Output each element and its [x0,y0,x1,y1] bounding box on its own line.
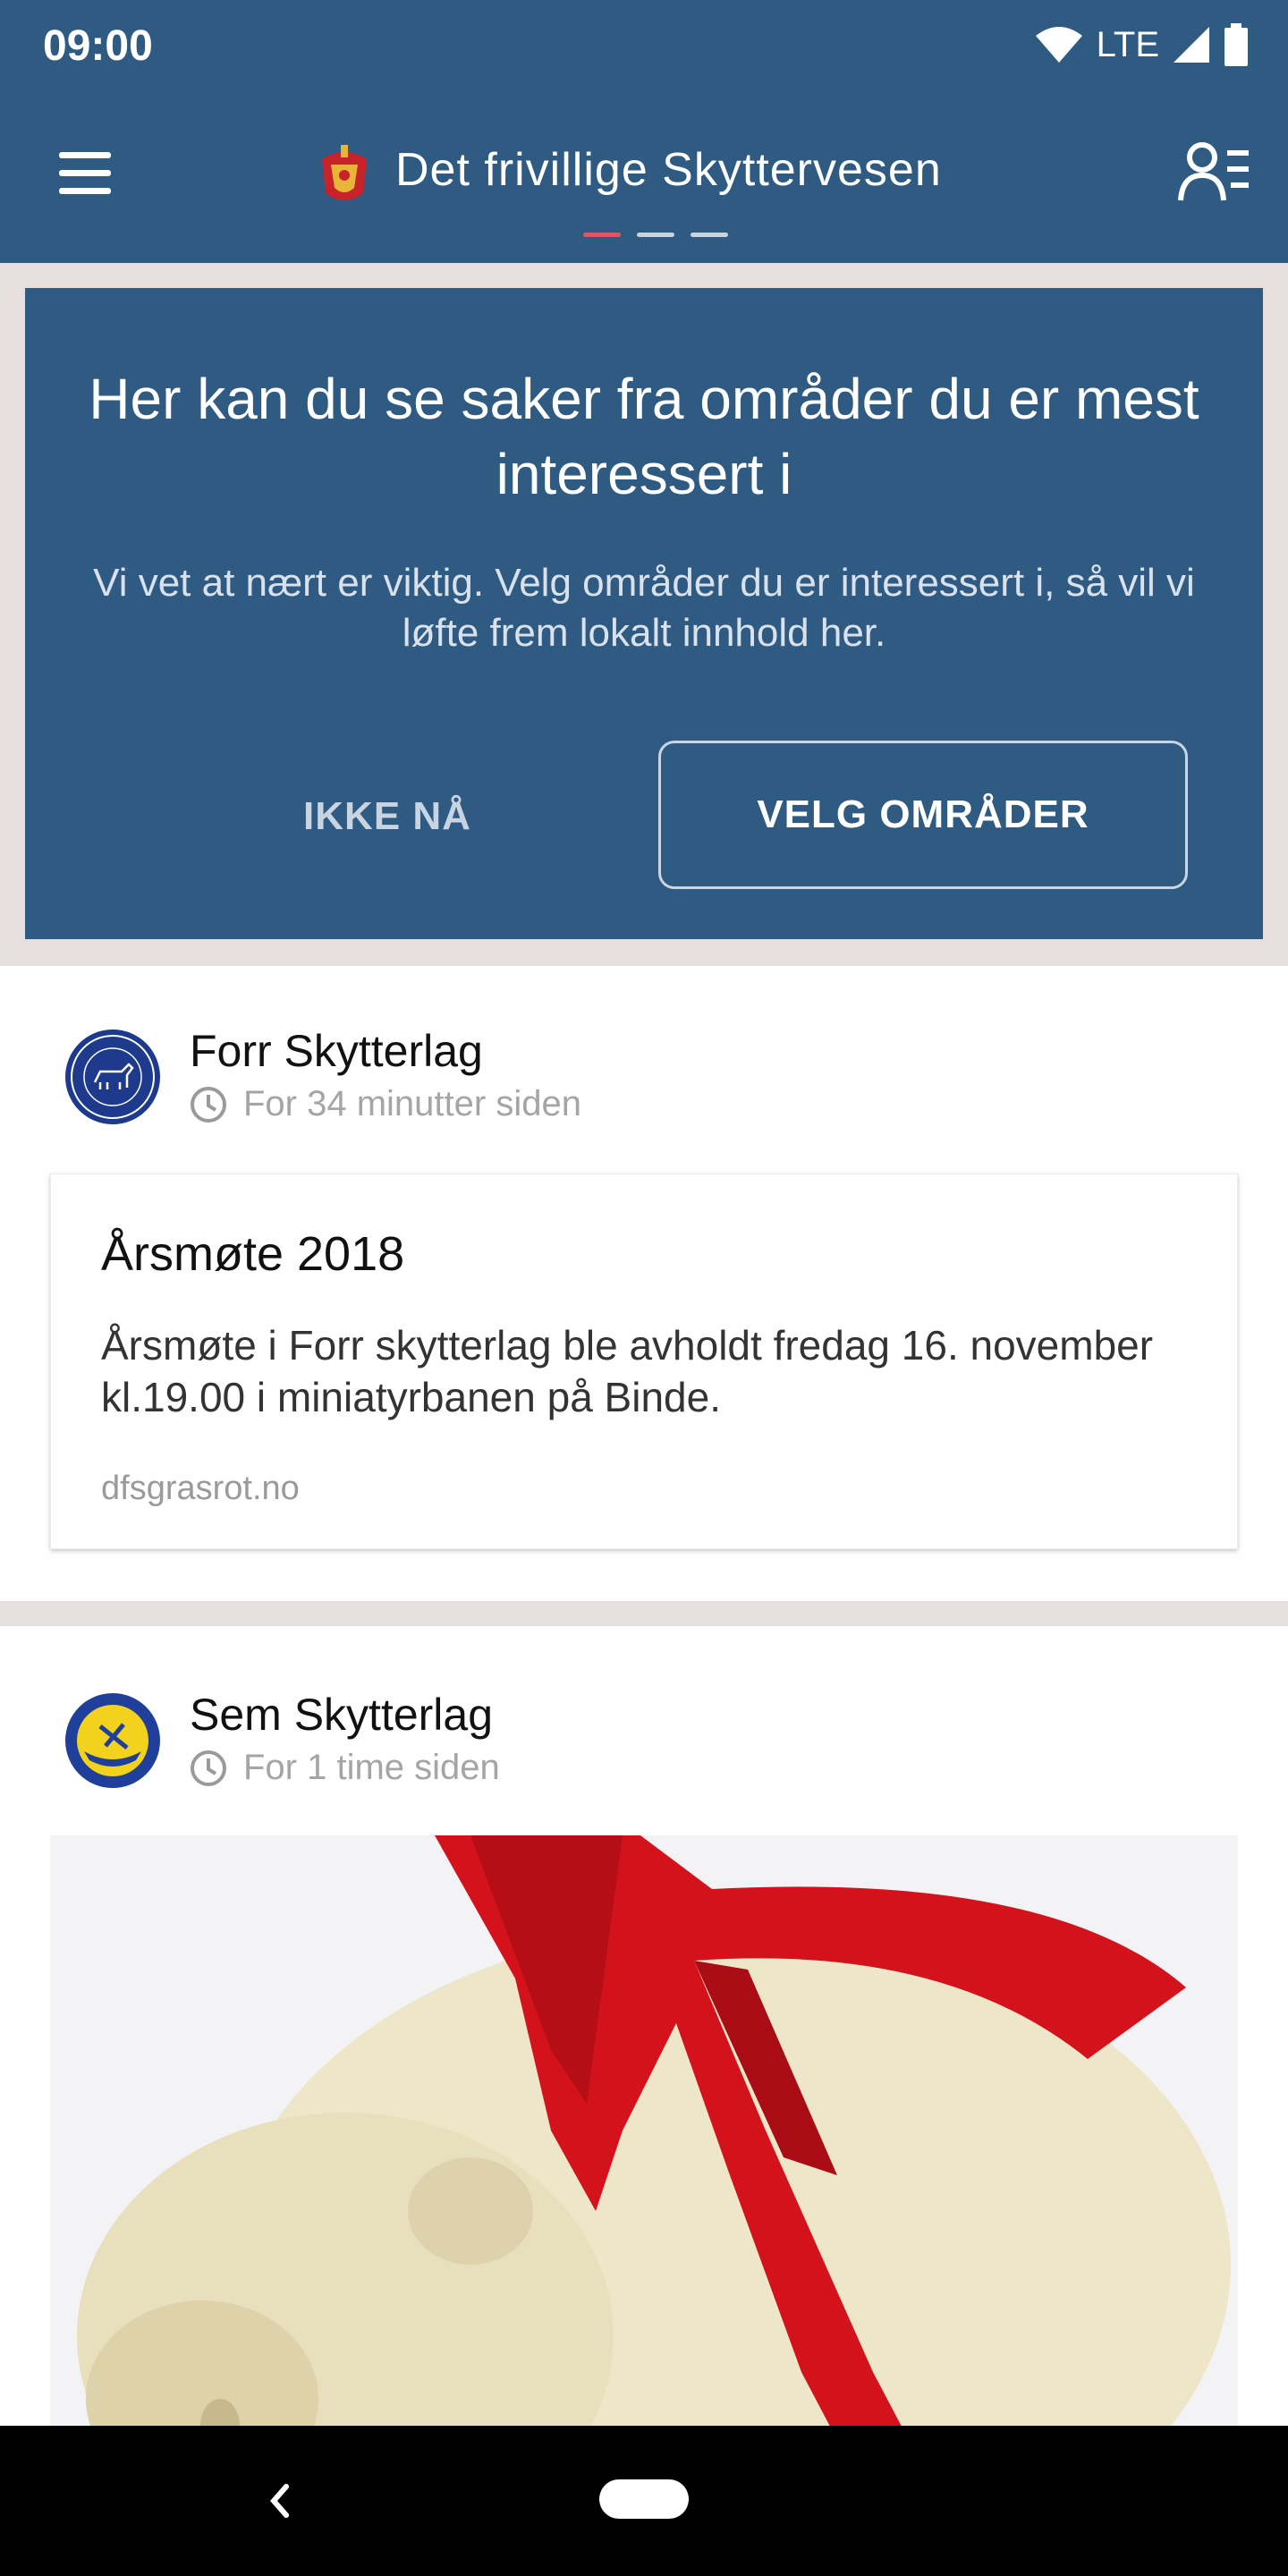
post-time: For 34 minutter siden [190,1084,581,1124]
sem-skytterlag-logo-icon[interactable] [64,1692,161,1789]
article-source: dfsgrasrot.no [101,1470,300,1507]
feed-post: Forr Skytterlag For 34 minutter siden År… [0,966,1288,1601]
back-icon[interactable] [252,2469,306,2533]
post-time-label: For 34 minutter siden [243,1084,581,1123]
forr-skytterlag-logo-icon[interactable] [64,1029,161,1125]
article-card[interactable]: Årsmøte 2018 Årsmøte i Forr skytterlag b… [50,1174,1238,1549]
app-title: Det frivillige Skyttervesen [395,144,942,196]
post-time: For 1 time siden [190,1748,500,1788]
choose-areas-button[interactable]: VELG OMRÅDER [658,741,1188,889]
page-dot-2 [637,233,674,237]
wifi-icon [1035,27,1082,63]
system-nav-bar [0,2426,1288,2576]
promo-title: Her kan du se saker fra områder du er me… [89,367,1199,506]
status-bar: 09:00 LTE [0,0,1288,89]
article-title: Årsmøte 2018 [101,1227,405,1281]
menu-button[interactable] [52,145,120,202]
home-pill-button[interactable] [599,2479,689,2519]
status-time: 09:00 [43,22,153,70]
clock-icon [191,1086,226,1123]
promo-body: Vi vet at nært er viktig. Velg områder d… [93,561,1195,655]
post-author[interactable]: Sem Skytterlag [190,1689,493,1741]
interest-promo-card: Her kan du se saker fra områder du er me… [25,288,1263,939]
app-bar: Det frivillige Skyttervesen [0,89,1288,263]
page-dot-1 [583,233,621,237]
status-icons: LTE [1034,21,1249,68]
post-time-label: For 1 time siden [243,1748,500,1787]
profile-button[interactable] [1175,138,1252,209]
not-now-button[interactable]: IKKE NÅ [132,742,642,891]
page-indicator [583,233,728,237]
signal-icon [1174,27,1209,63]
page-dot-3 [691,233,728,237]
clock-icon [191,1750,226,1786]
network-label: LTE [1096,24,1159,64]
battery-icon [1224,23,1248,66]
post-author[interactable]: Forr Skytterlag [190,1025,483,1077]
profile-list-icon [1178,142,1249,201]
article-excerpt: Årsmøte i Forr skytterlag ble avholdt fr… [101,1322,1154,1420]
crest-logo-icon [322,145,367,200]
